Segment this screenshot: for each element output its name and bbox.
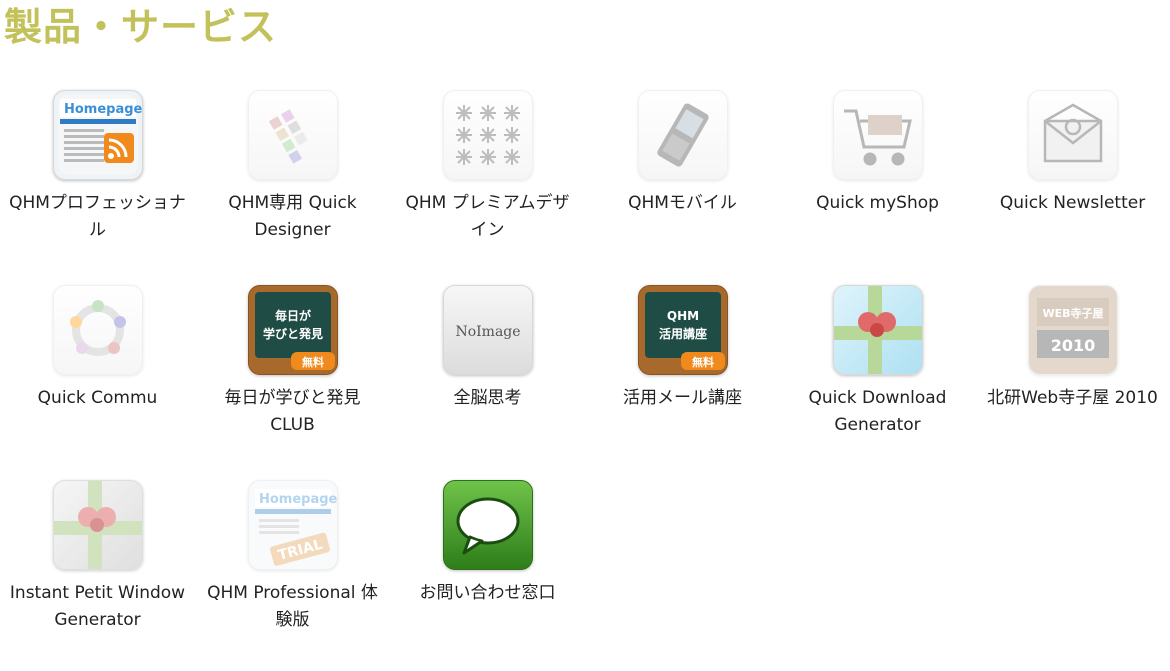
product-label: Quick Newsletter — [999, 193, 1146, 213]
product-grid: Homepage QHMプロフェッショナル QHM専用 Quick Design… — [0, 86, 1170, 671]
icon-text: 毎日が — [274, 308, 310, 323]
product-quick-commu[interactable]: Quick Commu — [0, 281, 195, 476]
free-badge: 無料 — [302, 355, 324, 369]
product-label: QHM専用 Quick Designer — [228, 193, 357, 240]
product-label: 毎日が学びと発見 CLUB — [224, 388, 361, 435]
speech-bubble-icon — [442, 480, 533, 570]
gift-ribbon-icon — [52, 480, 143, 570]
page-title: 製品・サービス — [4, 5, 278, 49]
people-circle-icon — [52, 285, 143, 375]
product-label: 全脳思考 — [453, 388, 522, 408]
gift-ribbon-icon — [832, 285, 923, 375]
icon-text: Homepage — [259, 492, 337, 507]
product-zennou-shikou[interactable]: NoImage 全脳思考 — [390, 281, 585, 476]
product-quick-newsletter[interactable]: Quick Newsletter — [975, 86, 1170, 281]
product-label: Instant Petit Window Generator — [9, 583, 186, 630]
icon-text: 2010 — [1050, 336, 1095, 355]
chalkboard-icon: 毎日が 学びと発見 無料 — [247, 285, 338, 375]
homepage-rss-icon: Homepage — [52, 90, 143, 180]
product-label: Quick myShop — [816, 193, 939, 213]
svg-text:Homepage: Homepage — [64, 102, 142, 117]
no-image-icon: NoImage — [442, 285, 533, 375]
mobile-phone-icon — [637, 90, 728, 180]
product-quick-download-generator[interactable]: Quick Download Generator — [780, 281, 975, 476]
product-label: Quick Commu — [37, 388, 158, 408]
product-label: QHM プレミアムデザイン — [405, 193, 570, 240]
product-label: 活用メール講座 — [623, 388, 742, 408]
product-label: QHM Professional 体験版 — [207, 583, 378, 630]
icon-text: WEB寺子屋 — [1042, 306, 1103, 320]
product-manabi-club[interactable]: 毎日が 学びと発見 無料 毎日が学びと発見 CLUB — [195, 281, 390, 476]
product-qhm-premium-design[interactable]: QHM プレミアムデザイン — [390, 86, 585, 281]
product-contact-window[interactable]: お問い合わせ窓口 — [390, 476, 585, 671]
product-qhm-professional[interactable]: Homepage QHMプロフェッショナル — [0, 86, 195, 281]
product-web-terakoya-2010[interactable]: WEB寺子屋 2010 北研Web寺子屋 2010 — [975, 281, 1170, 476]
homepage-trial-icon: Homepage TRIAL — [247, 480, 338, 570]
product-label: Quick Download Generator — [808, 388, 947, 435]
product-label: QHMプロフェッショナル — [9, 193, 186, 240]
icon-text: NoImage — [455, 324, 520, 340]
icon-text: QHM — [666, 309, 698, 323]
product-quick-myshop[interactable]: Quick myShop — [780, 86, 975, 281]
snowflake-pattern-icon — [442, 90, 533, 180]
chalkboard-icon: QHM 活用講座 無料 — [637, 285, 728, 375]
product-label: 北研Web寺子屋 2010 — [987, 388, 1158, 408]
product-label: お問い合わせ窓口 — [419, 583, 556, 603]
icon-text: 活用講座 — [658, 326, 706, 341]
icon-text: 学びと発見 — [262, 326, 322, 341]
product-qhm-mobile[interactable]: QHMモバイル — [585, 86, 780, 281]
shopping-cart-icon — [832, 90, 923, 180]
product-label: QHMモバイル — [628, 193, 737, 213]
color-swatch-icon — [247, 90, 338, 180]
free-badge: 無料 — [692, 355, 714, 369]
product-qhm-professional-trial[interactable]: Homepage TRIAL QHM Professional 体験版 — [195, 476, 390, 671]
product-qhm-quick-designer[interactable]: QHM専用 Quick Designer — [195, 86, 390, 281]
product-instant-petit-window-generator[interactable]: Instant Petit Window Generator — [0, 476, 195, 671]
envelope-icon — [1027, 90, 1118, 180]
product-katsuyou-mail-kouza[interactable]: QHM 活用講座 無料 活用メール講座 — [585, 281, 780, 476]
terakoya-icon: WEB寺子屋 2010 — [1027, 285, 1118, 375]
